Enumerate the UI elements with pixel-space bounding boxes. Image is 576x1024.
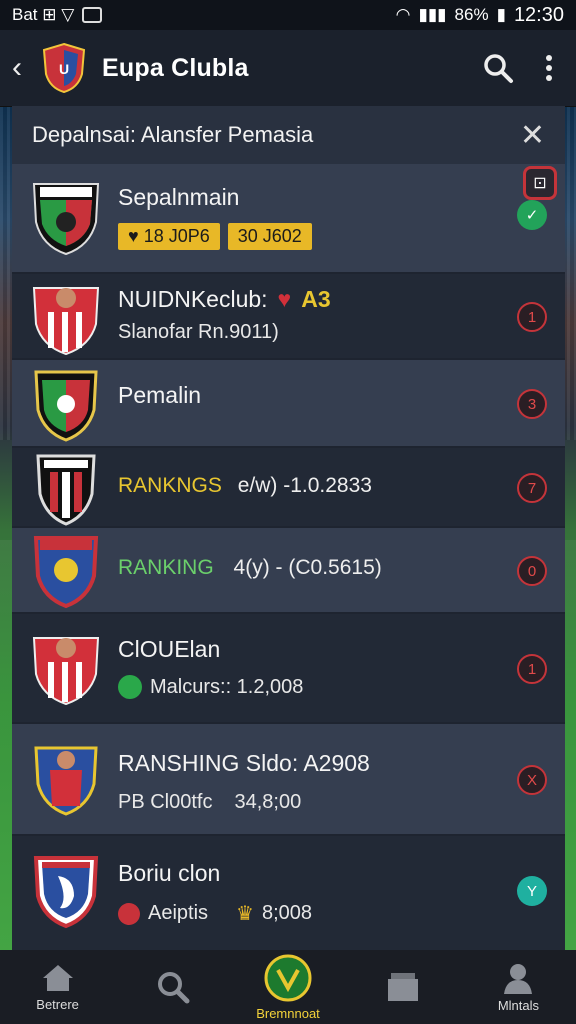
club-dot-icon — [118, 902, 140, 925]
bottom-nav: Betrere Bremnnoat Mlntals — [0, 950, 576, 1024]
club-crest-icon — [34, 370, 98, 442]
svg-text:U: U — [59, 61, 69, 77]
nav-home[interactable]: Betrere — [0, 950, 115, 1024]
app-logo-icon: U — [42, 42, 86, 94]
trophy-icon: ♥ — [277, 286, 292, 312]
status-bar: Bat ⊞ ▽ ◠ ▮▮▮ 86% ▮ 12:30 — [0, 0, 576, 30]
list-item[interactable]: Sepalnmain ♥ 18 J0P6 30 J602 ⊡ ✓ — [12, 164, 565, 274]
status-badge[interactable]: 0 — [517, 556, 547, 586]
row-title: RANSHING Sldo: A2908 — [118, 750, 370, 776]
row-tag: A3 — [301, 286, 331, 312]
panel-title: Depalnsai: Alansfer Pemasia — [32, 122, 314, 147]
row-subtitle: Malcurs:: 1.2,008 — [150, 675, 304, 698]
battery-level: 86% — [454, 5, 489, 24]
battery-icon: ▮ — [496, 5, 506, 24]
status-time: 12:30 — [513, 3, 564, 26]
row-sub-label: Aeiptis — [148, 902, 209, 924]
shield-icon — [118, 675, 142, 699]
close-icon[interactable]: ✕ — [520, 118, 545, 153]
status-badge[interactable]: ✓ — [517, 200, 547, 230]
nav-label: Mlntals — [497, 997, 539, 1013]
status-badge[interactable]: Y — [517, 876, 547, 906]
row-title: Boriu clon — [118, 860, 221, 886]
ranking-value: e/w) -1.0.2833 — [237, 474, 372, 497]
stat-chip: ♥ 18 J0P6 — [118, 223, 220, 250]
app-title: Eupa Clubla — [102, 53, 249, 82]
row-sub-value: 34,8;00 — [234, 791, 302, 813]
status-badge[interactable]: X — [517, 765, 547, 795]
wifi-icon: ◠ — [395, 5, 411, 24]
list-item[interactable]: ClOUElan Malcurs:: 1.2,008 1 — [12, 614, 565, 724]
player-crest-icon — [34, 746, 98, 816]
status-badge[interactable]: 1 — [517, 654, 547, 684]
more-menu-icon[interactable] — [544, 53, 554, 83]
stat-chip-value: 18 J0P6 — [143, 226, 210, 246]
status-badge[interactable]: 7 — [517, 473, 547, 503]
search-icon[interactable] — [482, 52, 514, 84]
search-icon — [157, 972, 190, 1004]
row-title: NUIDNKeclub: — [118, 286, 268, 312]
nav-profile[interactable]: Mlntals — [461, 950, 576, 1024]
nav-search[interactable] — [115, 950, 230, 1024]
cup-icon: ♛ — [236, 903, 254, 925]
club-crest-icon — [33, 536, 99, 609]
status-badge[interactable]: 3 — [517, 389, 547, 419]
transfer-panel: Depalnsai: Alansfer Pemasia ✕ Sepalnmain… — [12, 106, 565, 950]
home-icon — [42, 964, 73, 991]
user-icon — [504, 963, 533, 994]
row-title: Sepalnmain — [118, 184, 240, 210]
row-sub-label: PB Cl00tfc — [118, 791, 213, 813]
list-item[interactable]: Pemalin 3 — [12, 360, 565, 448]
club-crest-icon — [33, 856, 99, 929]
notification-icon — [82, 7, 103, 23]
nav-label: Betrere — [36, 996, 79, 1012]
signal-icon: ▮▮▮ — [418, 5, 447, 24]
club-crest-icon — [32, 183, 100, 256]
row-title: Pemalin — [118, 382, 202, 408]
nav-club[interactable]: Bremnnoat — [230, 950, 345, 1024]
list-item[interactable]: RANSHING Sldo: A2908 PB Cl00tfc 34,8;00 … — [12, 724, 565, 836]
app-bar: ‹ U Eupa Clubla — [0, 30, 576, 107]
nav-label: Bremnnoat — [256, 1005, 320, 1021]
row-sub-value: 8;008 — [261, 902, 313, 924]
list-item[interactable]: NUIDNKeclub: ♥ A3 Slanofar Rn.9011) 1 — [12, 274, 565, 360]
nav-inbox[interactable] — [346, 950, 461, 1024]
stat-chip: 30 J602 — [227, 223, 312, 250]
panel-header: Depalnsai: Alansfer Pemasia ✕ — [12, 106, 565, 166]
club-crest-icon — [36, 454, 96, 526]
list-item[interactable]: Boriu clon Aeiptis ♛ 8;008 Y — [12, 836, 565, 950]
row-subtitle: Slanofar Rn.9011) — [118, 321, 279, 343]
list-item[interactable]: RANKNGS e/w) -1.0.2833 7 — [12, 448, 565, 528]
back-arrow-icon[interactable]: ‹ — [12, 51, 38, 85]
row-title: ClOUElan — [118, 636, 221, 662]
club-badge-icon — [264, 954, 312, 1001]
status-badge[interactable]: 1 — [517, 302, 547, 332]
status-left-icons: Bat ⊞ ▽ — [12, 5, 75, 24]
player-crest-icon — [32, 287, 100, 356]
ranking-value: 4(y) - (C0.5615) — [233, 556, 382, 579]
ranking-label: RANKING — [118, 556, 214, 579]
tag-icon[interactable]: ⊡ — [523, 166, 557, 200]
inbox-icon — [388, 973, 419, 1001]
ranking-label: RANKNGS — [118, 474, 222, 497]
player-crest-icon — [32, 637, 100, 706]
list-item[interactable]: RANKING 4(y) - (C0.5615) 0 — [12, 528, 565, 614]
